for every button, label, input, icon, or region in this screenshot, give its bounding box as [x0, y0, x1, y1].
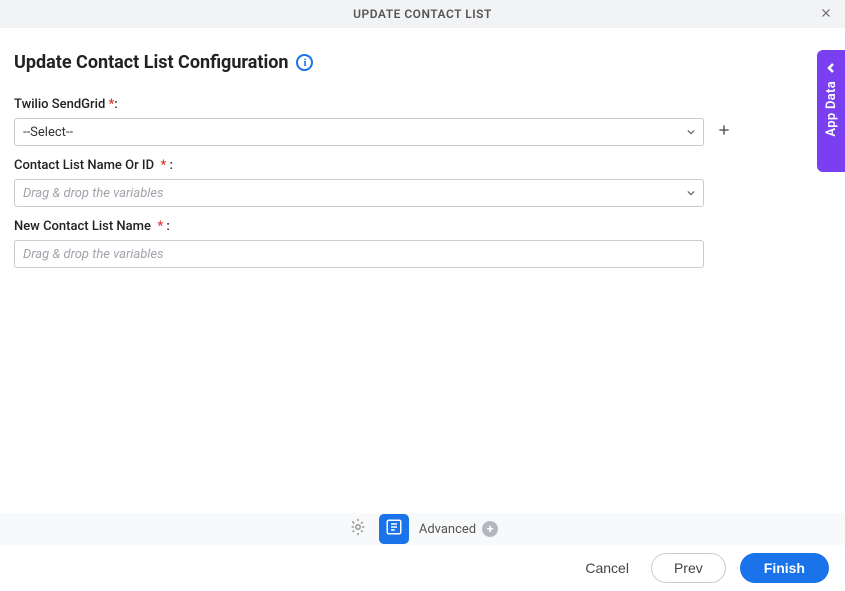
close-icon [819, 5, 833, 24]
gear-icon [349, 518, 367, 540]
prev-button[interactable]: Prev [651, 553, 726, 583]
label-text: Twilio SendGrid [14, 97, 105, 112]
app-data-tab[interactable]: App Data [817, 50, 845, 172]
placeholder: Drag & drop the variables [23, 247, 164, 262]
page-title: Update Contact List Configuration [14, 52, 288, 73]
form-icon [385, 518, 403, 540]
advanced-label: Advanced [419, 522, 476, 537]
field-contact-list-id: Contact List Name Or ID * : Drag & drop … [14, 158, 831, 207]
info-icon[interactable]: i [296, 54, 313, 71]
label-text: New Contact List Name [14, 219, 151, 234]
field-label-new-name: New Contact List Name * : [14, 219, 831, 234]
chevron-left-icon [826, 58, 836, 77]
title-row: Update Contact List Configuration i [14, 52, 831, 73]
content-area: Update Contact List Configuration i Twil… [0, 28, 845, 268]
label-text: Contact List Name Or ID [14, 158, 154, 173]
field-new-name: New Contact List Name * : Drag & drop th… [14, 219, 831, 268]
modal-title: UPDATE CONTACT LIST [353, 7, 492, 21]
field-label-sendgrid: Twilio SendGrid *: [14, 97, 831, 112]
plus-circle-icon: + [482, 521, 498, 537]
settings-button[interactable] [347, 518, 369, 540]
required-mark: * [157, 219, 163, 234]
required-mark: * [109, 97, 115, 112]
contact-list-id-input[interactable]: Drag & drop the variables [14, 179, 704, 207]
form-config-button[interactable] [379, 514, 409, 544]
footer-actions: Cancel Prev Finish [0, 545, 845, 591]
finish-button[interactable]: Finish [740, 553, 829, 583]
new-name-input[interactable]: Drag & drop the variables [14, 240, 704, 268]
bottom-toolbar: Advanced + [0, 513, 845, 545]
plus-icon [716, 122, 732, 142]
select-value: --Select-- [23, 125, 73, 140]
field-label-contact-list-id: Contact List Name Or ID * : [14, 158, 831, 173]
placeholder: Drag & drop the variables [23, 186, 164, 201]
sendgrid-select[interactable]: --Select-- [14, 118, 704, 146]
add-connection-button[interactable] [714, 122, 734, 142]
cancel-button[interactable]: Cancel [577, 554, 637, 582]
close-button[interactable] [817, 5, 835, 23]
app-data-label: App Data [824, 81, 839, 137]
chevron-down-icon [687, 125, 695, 140]
field-sendgrid: Twilio SendGrid *: --Select-- [14, 97, 831, 146]
required-mark: * [161, 158, 167, 173]
modal-header: UPDATE CONTACT LIST [0, 0, 845, 28]
chevron-down-icon [687, 186, 695, 201]
advanced-button[interactable]: Advanced + [419, 521, 498, 537]
